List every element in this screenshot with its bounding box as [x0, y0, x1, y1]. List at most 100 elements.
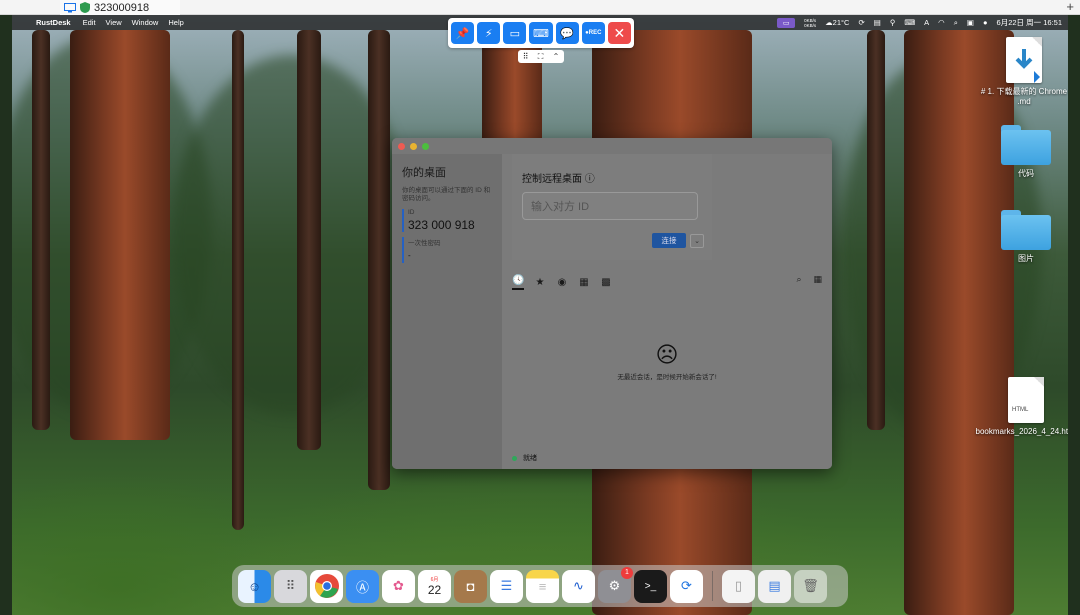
- add-tab-button[interactable]: +: [1066, 0, 1074, 14]
- lightning-icon: ⚡: [484, 27, 493, 40]
- dock-notes[interactable]: ≡: [526, 569, 559, 603]
- dock-freeform[interactable]: ∿: [562, 569, 595, 603]
- tab-recent-sessions[interactable]: 🕓: [512, 275, 524, 290]
- dock-separator: [712, 571, 713, 601]
- dock-downloads-stack[interactable]: ▤: [758, 569, 791, 603]
- address-book-icon: ▦: [579, 276, 589, 288]
- connect-actions: 连接 ⌄: [652, 233, 704, 248]
- pin-toolbar-button[interactable]: 📌: [451, 22, 475, 44]
- pin-icon: 📌: [455, 27, 470, 40]
- tab-favorites[interactable]: ★: [534, 277, 546, 288]
- id-value: 323 000 918: [408, 218, 475, 232]
- dock-reminders[interactable]: ☰: [490, 569, 523, 603]
- chevron-down-icon: ⌄: [694, 237, 700, 245]
- notes-icon: ≡: [538, 578, 547, 594]
- screen-share-icon[interactable]: ▭: [777, 17, 796, 28]
- net-download: 0KB/s: [804, 22, 817, 28]
- window-minimize-button[interactable]: [410, 142, 417, 150]
- keyboard-button[interactable]: ⌨: [529, 22, 553, 44]
- close-icon: ✕: [613, 24, 626, 41]
- dock-system-settings[interactable]: ⚙ 1: [598, 566, 633, 603]
- menu-view[interactable]: View: [106, 18, 122, 27]
- user-icon[interactable]: ●: [983, 18, 988, 27]
- dock-chrome[interactable]: [310, 569, 343, 603]
- sync-icon[interactable]: ⟳: [858, 18, 864, 27]
- dock-terminal[interactable]: >_: [634, 569, 667, 603]
- menubar-clock[interactable]: 6月22日 周一 16:51: [997, 17, 1062, 28]
- display-button[interactable]: ▭: [503, 22, 527, 44]
- tab-address-book[interactable]: ▦: [578, 277, 590, 288]
- freeform-icon: ∿: [573, 578, 584, 593]
- desktop-folder-label: 代码: [1018, 169, 1034, 178]
- rustdesk-titlebar: [392, 138, 832, 154]
- desktop-folder-code[interactable]: 代码: [981, 125, 1068, 179]
- peer-tabs: 🕓 ★ ◉ ▦ ▩ ⌕ ▦: [512, 272, 822, 292]
- menu-help[interactable]: Help: [168, 18, 183, 27]
- window-close-button[interactable]: [398, 142, 405, 150]
- accessibility-icon[interactable]: ⚲: [890, 18, 896, 27]
- input-source-icon[interactable]: A: [924, 18, 929, 27]
- toolbar-subcontrols: ⠿ ⛶ ⌃: [518, 50, 564, 63]
- quick-action-button[interactable]: ⚡: [477, 22, 501, 44]
- search-icon[interactable]: ⌕: [954, 18, 958, 28]
- drag-handle-icon[interactable]: ⠿: [523, 52, 529, 61]
- tab-groups[interactable]: ▩: [600, 277, 612, 288]
- weather-widget[interactable]: ☁21°C: [825, 18, 849, 27]
- tab-discovered[interactable]: ◉: [556, 277, 568, 288]
- menu-app-name[interactable]: RustDesk: [36, 18, 71, 27]
- password-field[interactable]: 一次性密码 -: [402, 237, 492, 263]
- dock-launchpad[interactable]: ⠿: [274, 569, 307, 603]
- keyboard-icon[interactable]: ⌨: [904, 18, 915, 27]
- close-session-button[interactable]: ✕: [607, 22, 631, 44]
- desktop-folder-pictures[interactable]: 图片: [981, 210, 1068, 264]
- menu-edit[interactable]: Edit: [83, 18, 96, 27]
- desktop-file-bookmarks[interactable]: HTML bookmarks_2026_4_24.html: [976, 377, 1068, 437]
- monitor-icon: [64, 2, 76, 12]
- record-button[interactable]: ●REC: [581, 22, 605, 44]
- dock-photos[interactable]: ✿: [382, 569, 415, 603]
- clock-icon: 🕓: [512, 274, 525, 286]
- fullscreen-icon[interactable]: ⛶: [538, 52, 544, 62]
- search-icon[interactable]: ⌕: [796, 274, 801, 285]
- your-desktop-panel: 你的桌面 你的桌面可以通过下面的 ID 和密码访问。 ID 323 000 91…: [392, 154, 502, 469]
- html-file-icon: HTML: [1008, 377, 1044, 423]
- contacts-icon: ◘: [466, 578, 475, 594]
- reminders-icon: ☰: [500, 578, 513, 593]
- help-icon[interactable]: ⓘ: [585, 174, 595, 185]
- id-field[interactable]: ID 323 000 918: [402, 209, 492, 232]
- desktop-file-chrome-md[interactable]: # 1. 下载最新的 Chrome .md: [979, 37, 1068, 107]
- cloud-icon: ☁: [825, 18, 833, 27]
- dock-trash[interactable]: 🗑: [794, 569, 827, 603]
- connect-options-dropdown[interactable]: ⌄: [690, 233, 704, 248]
- star-icon: ★: [535, 276, 545, 288]
- remote-desktop[interactable]: RustDesk Edit View Window Help ▭ 0KB/s 0…: [12, 15, 1068, 615]
- dock-app-store[interactable]: Ⓐ: [346, 569, 379, 603]
- wifi-icon[interactable]: ◠: [938, 18, 945, 27]
- dock-calendar[interactable]: 6月 22: [418, 569, 451, 603]
- desktop-folder-label: 图片: [1018, 254, 1034, 263]
- dock-document[interactable]: ▯: [722, 569, 755, 603]
- connect-button[interactable]: 连接: [652, 233, 686, 248]
- chat-icon: 💬: [560, 27, 574, 40]
- terminal-icon: >_: [644, 580, 657, 592]
- stack-icon: ▤: [768, 578, 781, 593]
- remote-id-input[interactable]: 输入对方 ID: [522, 192, 698, 220]
- status-text: 就绪: [523, 455, 537, 462]
- status-indicator: [512, 455, 517, 461]
- dock-contacts[interactable]: ◘: [454, 569, 487, 603]
- dock-rustdesk[interactable]: ⟳: [670, 569, 703, 603]
- chevron-up-icon[interactable]: ⌃: [553, 52, 560, 61]
- grid-view-icon[interactable]: ▦: [813, 274, 822, 285]
- gear-icon: ⚙: [608, 578, 621, 593]
- connect-card: 控制远程桌面 ⓘ 输入对方 ID 连接 ⌄: [512, 154, 712, 260]
- dock-finder[interactable]: ☺: [238, 569, 271, 603]
- window-zoom-button[interactable]: [422, 142, 429, 150]
- chat-button[interactable]: 💬: [555, 22, 579, 44]
- menubar-status-area: ▭ 0KB/s 0KB/s ☁21°C ⟳ ▤ ⚲ ⌨ A ◠ ⌕ ▣ ● 6月…: [777, 15, 1062, 30]
- html-file-badge: HTML: [1012, 407, 1029, 413]
- viewer-tab-remote[interactable]: 323000918: [60, 0, 180, 15]
- menu-window[interactable]: Window: [132, 18, 159, 27]
- notes-icon[interactable]: ▤: [874, 18, 881, 27]
- desktop-file-label: bookmarks_2026_4_24.html: [975, 427, 1068, 436]
- control-center-icon[interactable]: ▣: [967, 18, 974, 27]
